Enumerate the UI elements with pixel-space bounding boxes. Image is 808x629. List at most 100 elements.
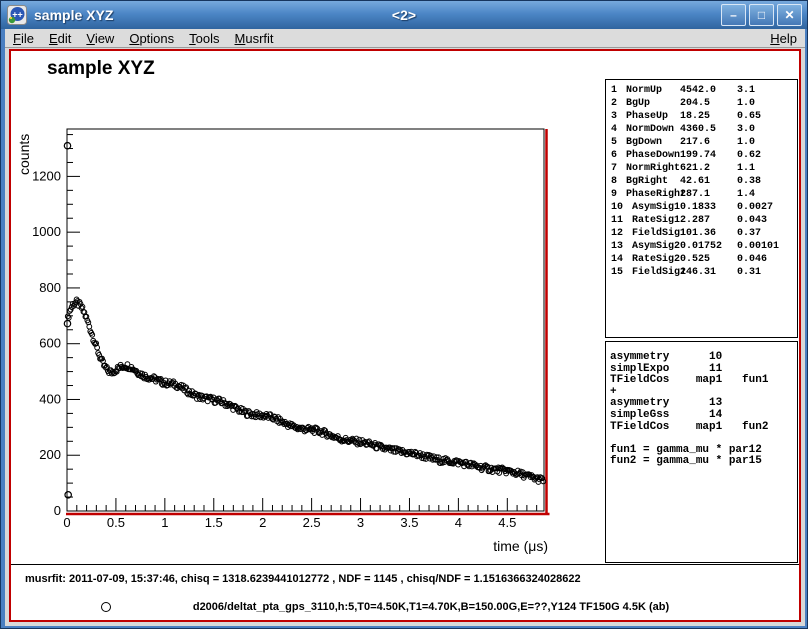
- param-error: 0.62: [737, 149, 761, 162]
- menu-item-musrfit[interactable]: Musrfit: [235, 31, 274, 46]
- fit-status-text: musrfit: 2011-07-09, 15:37:46, chisq = 1…: [25, 573, 581, 585]
- param-name: BgUp: [626, 98, 650, 109]
- param-number: 12: [611, 228, 623, 239]
- param-number: 5: [611, 137, 617, 148]
- theory-line: fun2 = gamma_mu * par15: [610, 456, 797, 468]
- app-window: ++ sample XYZ <2> – □ ✕ File Edit View Opti…: [0, 0, 808, 629]
- theory-pad[interactable]: asymmetry 10simplExpo 11TFieldCos map1 f…: [605, 341, 798, 563]
- y-tick-label: 400: [39, 391, 61, 406]
- minimize-button-icon[interactable]: –: [721, 4, 746, 26]
- theory-line: TFieldCos map1 fun2: [610, 422, 797, 434]
- param-name: FieldSig1: [632, 228, 686, 239]
- theory-line: simpleGss 14: [610, 410, 797, 422]
- y-tick-label: 1200: [32, 168, 61, 183]
- parameter-row: 4 NormDown 4360.5 3.0: [606, 123, 797, 136]
- parameter-row: 12 FieldSig1101.36 0.37: [606, 227, 797, 240]
- param-name: FieldSig2: [632, 267, 686, 278]
- menu-item-tools[interactable]: Tools: [189, 31, 219, 46]
- param-value: 101.36: [680, 227, 716, 240]
- y-axis-label: counts: [16, 134, 32, 175]
- app-icon[interactable]: ++: [7, 5, 27, 25]
- param-number: 10: [611, 202, 623, 213]
- param-value: 4360.5: [680, 123, 716, 136]
- param-error: 0.37: [737, 227, 761, 240]
- param-value: 2.287: [680, 214, 710, 227]
- y-tick-label: 200: [39, 447, 61, 462]
- param-name: RateSig2: [632, 254, 680, 265]
- plot-frame: [67, 129, 544, 511]
- root-canvas[interactable]: sample XYZ 00.511.522.533.544.5020040060…: [9, 49, 801, 622]
- theory-line: TFieldCos map1 fun1: [610, 375, 797, 387]
- y-tick-label: 0: [54, 503, 61, 518]
- menu-bar: File Edit View Options Tools Musrfit Help: [5, 29, 805, 48]
- param-value: 204.5: [680, 97, 710, 110]
- menu-item-edit[interactable]: Edit: [49, 31, 71, 46]
- x-tick-label: 0: [63, 515, 70, 530]
- param-value: 0.1833: [680, 201, 716, 214]
- menu-item-view[interactable]: View: [86, 31, 114, 46]
- param-number: 3: [611, 111, 617, 122]
- param-name: NormDown: [626, 124, 674, 135]
- param-number: 7: [611, 163, 617, 174]
- menu-item-options[interactable]: Options: [129, 31, 174, 46]
- param-number: 1: [611, 85, 617, 96]
- info-pad[interactable]: musrfit: 2011-07-09, 15:37:46, chisq = 1…: [11, 565, 799, 620]
- param-name: PhaseDown: [626, 150, 680, 161]
- param-value: 18.25: [680, 110, 710, 123]
- param-error: 0.38: [737, 175, 761, 188]
- fit-parameters-pad[interactable]: 1NormUp4542.03.12BgUp204.51.03PhaseUp18.…: [605, 79, 798, 338]
- y-tick-label: 800: [39, 280, 61, 295]
- data-points: [64, 143, 545, 498]
- parameter-row: 1NormUp4542.03.1: [606, 84, 797, 97]
- param-error: 1.0: [737, 136, 755, 149]
- window-title-center: <2>: [1, 7, 807, 23]
- param-error: 3.1: [737, 84, 755, 97]
- close-button-icon[interactable]: ✕: [777, 4, 802, 26]
- param-number: 9: [611, 189, 617, 200]
- param-value: 42.61: [680, 175, 710, 188]
- param-name: NormRight: [626, 163, 680, 174]
- param-value: 4542.0: [680, 84, 716, 97]
- param-error: 0.31: [737, 266, 761, 279]
- x-tick-label: 2.5: [303, 515, 321, 530]
- run-legend-text: d2006/deltat_pta_gps_3110,h:5,T0=4.50K,T…: [191, 601, 671, 613]
- menu-item-file[interactable]: File: [13, 31, 34, 46]
- theory-line: [610, 433, 797, 445]
- parameter-row: 6PhaseDown199.740.62: [606, 149, 797, 162]
- param-value: 146.31: [680, 266, 716, 279]
- parameter-row: 2BgUp204.51.0: [606, 97, 797, 110]
- param-error: 3.0: [737, 123, 755, 136]
- x-tick-label: 3: [357, 515, 364, 530]
- param-error: 0.046: [737, 253, 767, 266]
- parameter-row: 11RateSig12.2870.043: [606, 214, 797, 227]
- param-error: 1.4: [737, 188, 755, 201]
- parameter-row: 14RateSig20.5250.046: [606, 253, 797, 266]
- param-error: 1.1: [737, 162, 755, 175]
- theory-line: asymmetry 10: [610, 352, 797, 364]
- menu-item-help[interactable]: Help: [770, 31, 797, 46]
- param-error: 1.0: [737, 97, 755, 110]
- param-value: 0.525: [680, 253, 710, 266]
- param-number: 8: [611, 176, 617, 187]
- param-name: BgDown: [626, 137, 662, 148]
- window-titlebar[interactable]: ++ sample XYZ <2> – □ ✕: [1, 1, 807, 29]
- param-number: 4: [611, 124, 617, 135]
- parameter-row: 3PhaseUp18.250.65: [606, 110, 797, 123]
- maximize-button-icon[interactable]: □: [749, 4, 774, 26]
- param-number: 15: [611, 267, 623, 278]
- parameter-row: 7NormRight621.21.1: [606, 162, 797, 175]
- parameter-row: 5BgDown217.61.0: [606, 136, 797, 149]
- x-tick-label: 4.5: [498, 515, 516, 530]
- param-name: BgRight: [626, 176, 668, 187]
- x-tick-label: 3.5: [400, 515, 418, 530]
- param-value: 0.01752: [680, 240, 722, 253]
- param-error: 0.00101: [737, 240, 779, 253]
- x-tick-label: 2: [259, 515, 266, 530]
- param-value: 287.1: [680, 188, 710, 201]
- param-error: 0.0027: [737, 201, 773, 214]
- param-number: 6: [611, 150, 617, 161]
- parameter-row: 13AsymSig20.017520.00101: [606, 240, 797, 253]
- x-tick-label: 1.5: [205, 515, 223, 530]
- param-error: 0.043: [737, 214, 767, 227]
- legend-open-circle-icon: [101, 602, 111, 612]
